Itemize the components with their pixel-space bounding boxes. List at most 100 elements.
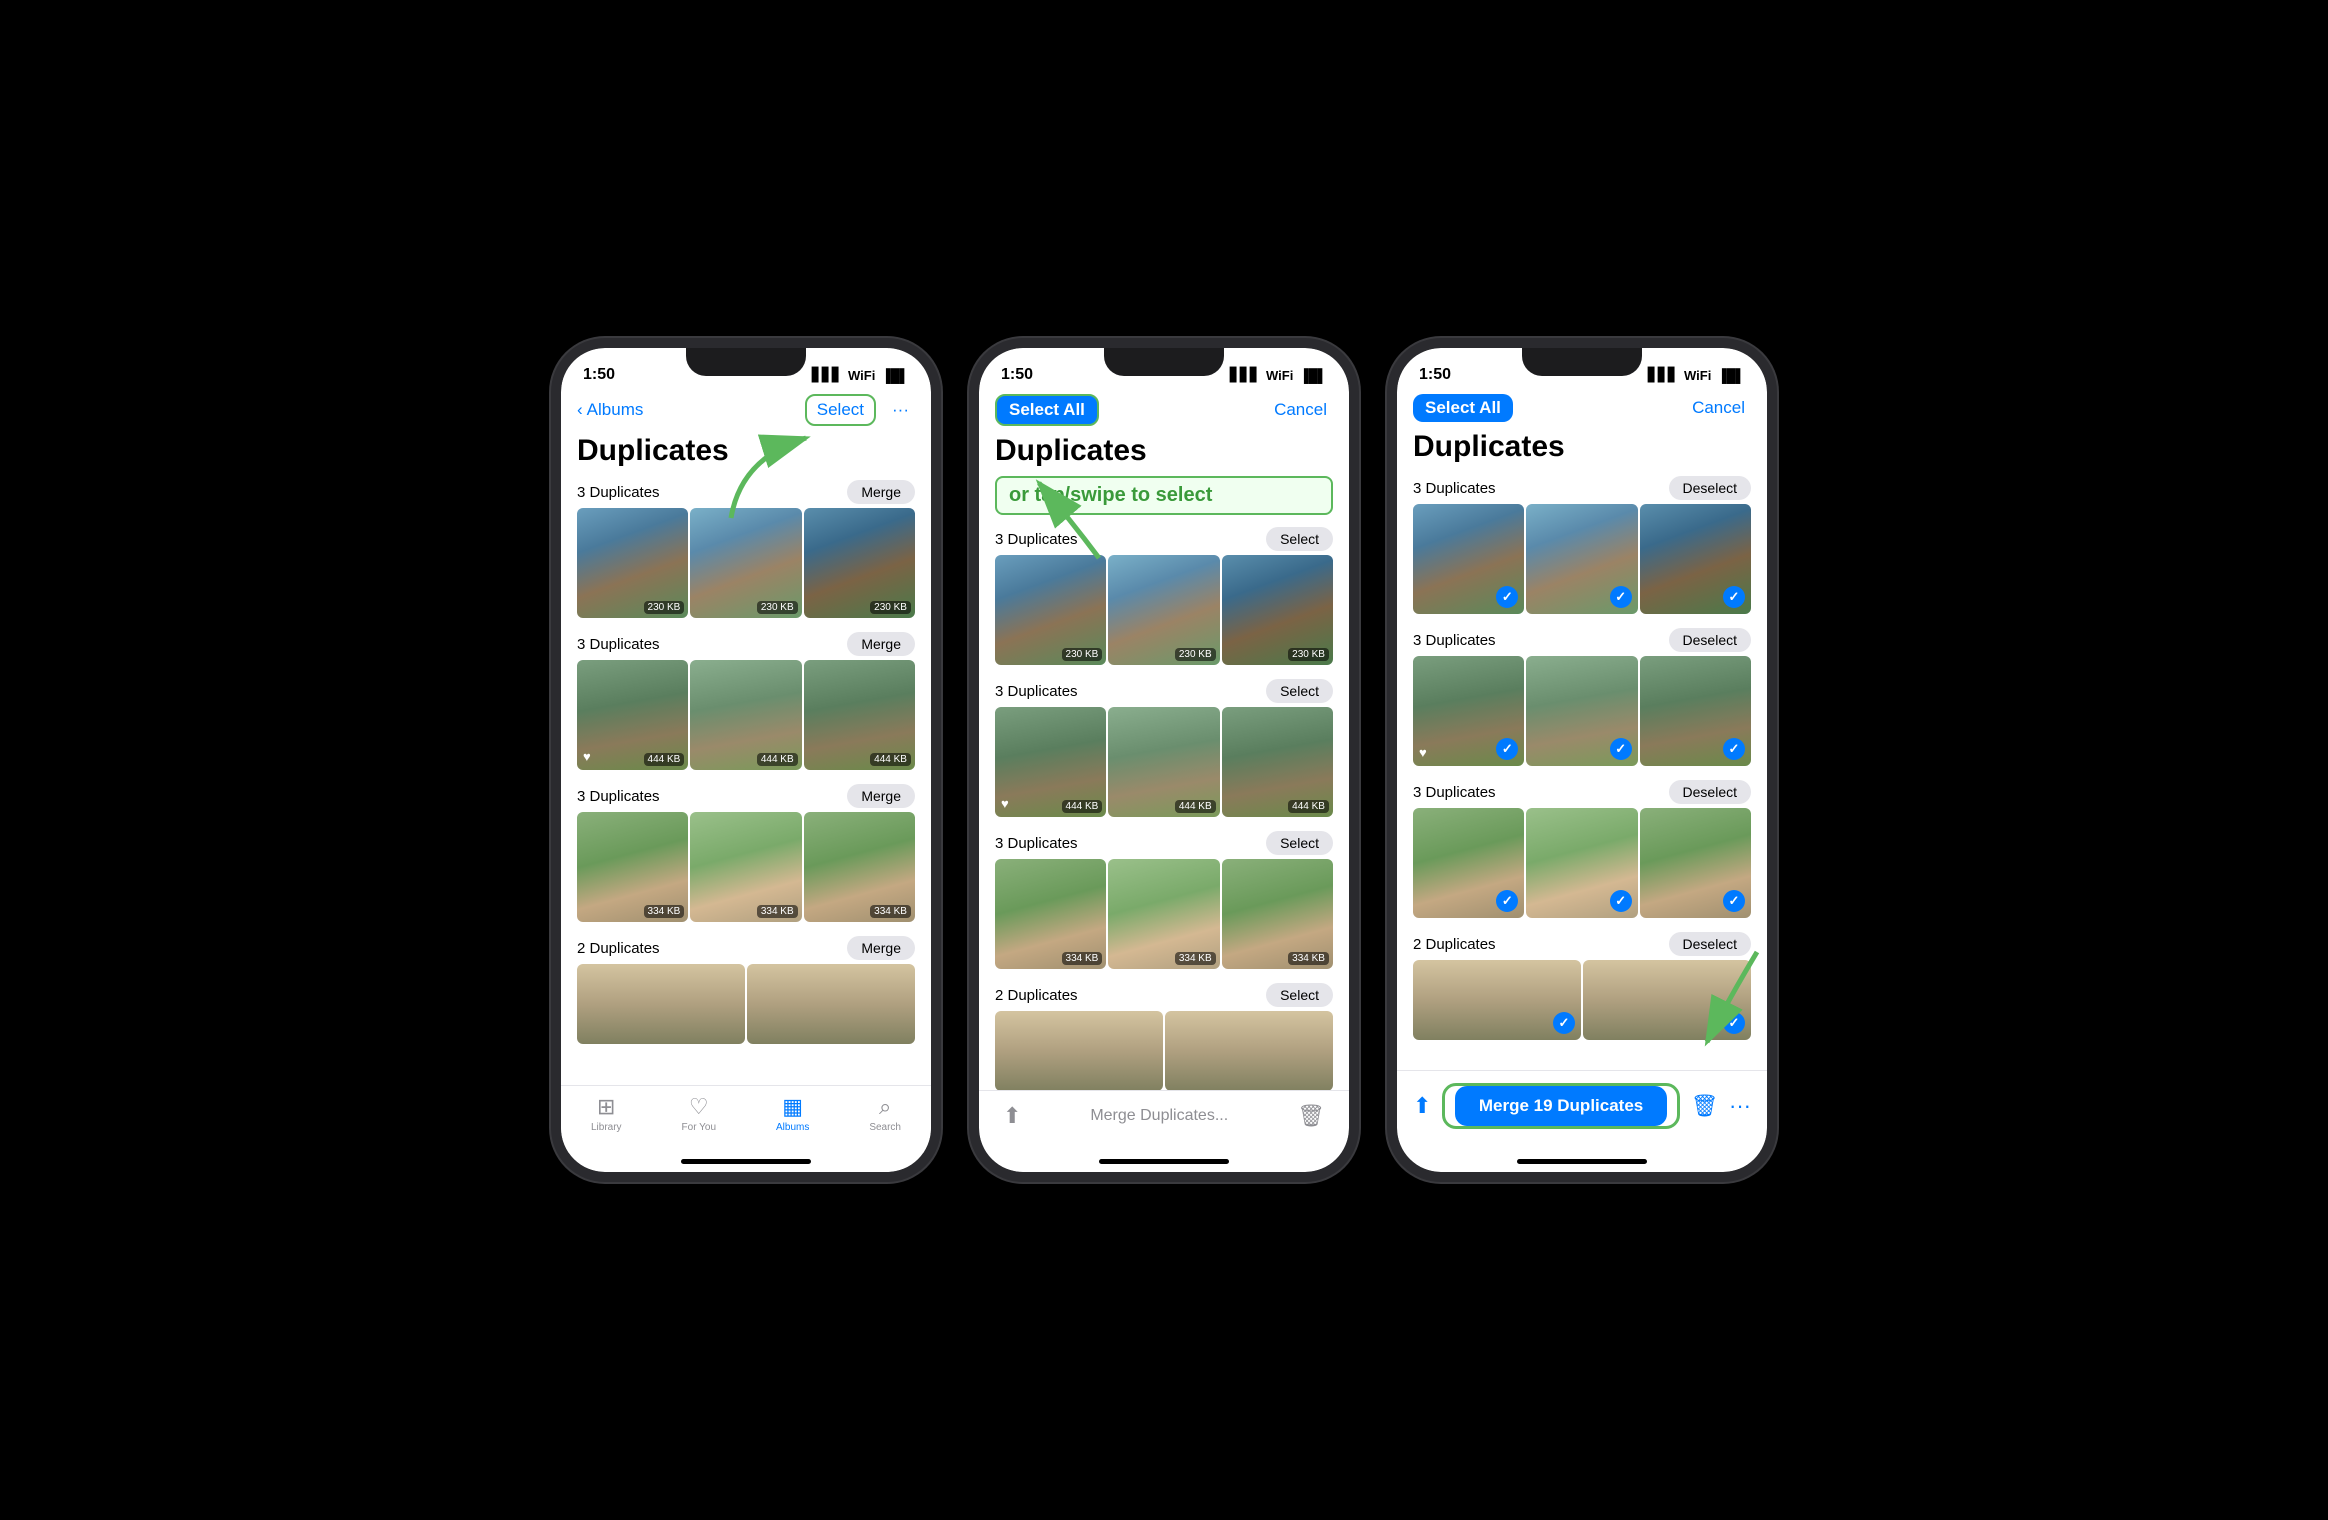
dup-group-1-3: 3 Duplicates Merge 334 KB 334 KB 334 KB — [561, 780, 931, 922]
notch-3 — [1522, 348, 1642, 376]
check-3-2-2: ✓ — [1610, 738, 1632, 760]
select-group-btn-2-2[interactable]: Select — [1266, 679, 1333, 703]
deselect-btn-3-3[interactable]: Deselect — [1669, 780, 1751, 804]
wifi-icon-3: WiFi — [1684, 368, 1711, 383]
photo-3-3-2[interactable]: ✓ — [1526, 808, 1637, 918]
check-3-3-3: ✓ — [1723, 890, 1745, 912]
merge-btn-1-2[interactable]: Merge — [847, 632, 915, 656]
photo-2-4-1[interactable] — [995, 1011, 1163, 1090]
photo-strip-3-3: ✓ ✓ ✓ — [1397, 808, 1767, 918]
library-icon-1: ⊞ — [597, 1094, 615, 1120]
phone-1-screen: 1:50 ▋▋▋ WiFi ▐█▌ ‹ Albums Select — [561, 348, 931, 1172]
photo-strip-1-1: 230 KB 230 KB 230 KB — [561, 508, 931, 618]
check-3-2-3: ✓ — [1723, 738, 1745, 760]
tab-foryou-label-1: For You — [682, 1122, 716, 1133]
select-group-btn-2-4[interactable]: Select — [1266, 983, 1333, 1007]
photo-2-1-2[interactable]: 230 KB — [1108, 555, 1219, 665]
dup-header-1-4: 2 Duplicates Merge — [561, 932, 931, 964]
photo-2-3-3[interactable]: 334 KB — [1222, 859, 1333, 969]
search-icon-1: ⌕ — [879, 1094, 891, 1120]
select-all-button-3[interactable]: Select All — [1413, 394, 1513, 422]
back-button-1[interactable]: ‹ Albums — [577, 400, 643, 420]
phone-1-wrapper: 1:50 ▋▋▋ WiFi ▐█▌ ‹ Albums Select — [551, 338, 941, 1182]
cancel-button-3[interactable]: Cancel — [1686, 394, 1751, 422]
status-time-3: 1:50 — [1419, 366, 1451, 384]
photo-1-2-2[interactable]: 444 KB — [690, 660, 801, 770]
photo-3-4-2[interactable]: ✓ — [1583, 960, 1751, 1040]
tab-foryou-1[interactable]: ♡ For You — [682, 1094, 716, 1133]
scroll-content-2: 3 Duplicates Select 230 KB 230 KB 230 KB… — [979, 523, 1349, 1090]
photo-2-2-3[interactable]: 444 KB — [1222, 707, 1333, 817]
page-title-2: Duplicates — [979, 434, 1349, 476]
photo-1-3-3[interactable]: 334 KB — [804, 812, 915, 922]
tab-library-1[interactable]: ⊞ Library — [591, 1094, 622, 1133]
tab-search-label-1: Search — [869, 1122, 901, 1133]
share-icon-3[interactable]: ⬆ — [1413, 1093, 1431, 1119]
photo-3-4-1[interactable]: ✓ — [1413, 960, 1581, 1040]
photo-2-3-2[interactable]: 334 KB — [1108, 859, 1219, 969]
photo-1-3-1[interactable]: 334 KB — [577, 812, 688, 922]
photo-1-1-1[interactable]: 230 KB — [577, 508, 688, 618]
tab-search-1[interactable]: ⌕ Search — [869, 1094, 901, 1133]
select-button-1[interactable]: Select — [805, 394, 876, 426]
photo-3-3-1[interactable]: ✓ — [1413, 808, 1524, 918]
photo-2-1-3[interactable]: 230 KB — [1222, 555, 1333, 665]
battery-icon-2: ▐█▌ — [1299, 368, 1327, 383]
photo-2-3-1[interactable]: 334 KB — [995, 859, 1106, 969]
photo-3-1-2[interactable]: ✓ — [1526, 504, 1637, 614]
photo-3-2-2[interactable]: ✓ — [1526, 656, 1637, 766]
photo-3-3-3[interactable]: ✓ — [1640, 808, 1751, 918]
phone-3-wrapper: 1:50 ▋▋▋ WiFi ▐█▌ Select All Cancel Dupl… — [1387, 338, 1777, 1182]
photo-strip-3-4: ✓ ✓ — [1397, 960, 1767, 1040]
photo-1-1-2[interactable]: 230 KB — [690, 508, 801, 618]
dup-header-2-2: 3 Duplicates Select — [979, 675, 1349, 707]
check-3-1-1: ✓ — [1496, 586, 1518, 608]
tab-albums-1[interactable]: ▦ Albums — [776, 1094, 809, 1133]
photo-2-1-1[interactable]: 230 KB — [995, 555, 1106, 665]
photo-2-2-2[interactable]: 444 KB — [1108, 707, 1219, 817]
photo-3-2-3[interactable]: ✓ — [1640, 656, 1751, 766]
photo-1-2-3[interactable]: 444 KB — [804, 660, 915, 770]
merge-btn-1-3[interactable]: Merge — [847, 784, 915, 808]
dup-header-1-1: 3 Duplicates Merge — [561, 476, 931, 508]
share-icon-2[interactable]: ⬆ — [1003, 1103, 1021, 1129]
merge-btn-1-1[interactable]: Merge — [847, 480, 915, 504]
notch-1 — [686, 348, 806, 376]
trash-icon-3[interactable]: 🗑 — [1691, 1093, 1719, 1119]
size-badge-1-3-2: 334 KB — [757, 905, 798, 918]
size-badge-1-1-2: 230 KB — [757, 601, 798, 614]
merge-btn-1-4[interactable]: Merge — [847, 936, 915, 960]
select-all-button-2[interactable]: Select All — [995, 394, 1099, 426]
photo-1-1-3[interactable]: 230 KB — [804, 508, 915, 618]
select-group-btn-2-1[interactable]: Select — [1266, 527, 1333, 551]
photo-1-4-2[interactable] — [747, 964, 915, 1044]
dup-header-3-3: 3 Duplicates Deselect — [1397, 776, 1767, 808]
merge-19-button[interactable]: Merge 19 Duplicates — [1455, 1086, 1667, 1126]
photo-1-4-1[interactable] — [577, 964, 745, 1044]
phone-2-wrapper: 1:50 ▋▋▋ WiFi ▐█▌ Select All Cancel Dupl… — [969, 338, 1359, 1182]
photo-3-1-1[interactable]: ✓ — [1413, 504, 1524, 614]
deselect-btn-3-2[interactable]: Deselect — [1669, 628, 1751, 652]
photo-3-1-3[interactable]: ✓ — [1640, 504, 1751, 614]
dup-header-3-1: 3 Duplicates Deselect — [1397, 472, 1767, 504]
nav-bar-3: Select All Cancel — [1397, 392, 1767, 430]
photo-2-2-1[interactable]: ♥444 KB — [995, 707, 1106, 817]
size-badge-1-1-3: 230 KB — [870, 601, 911, 614]
select-group-btn-2-3[interactable]: Select — [1266, 831, 1333, 855]
photo-3-2-1[interactable]: ♥✓ — [1413, 656, 1524, 766]
check-3-1-3: ✓ — [1723, 586, 1745, 608]
photo-strip-2-4 — [979, 1011, 1349, 1090]
check-3-3-2: ✓ — [1610, 890, 1632, 912]
photo-2-4-2[interactable] — [1165, 1011, 1333, 1090]
more-icon-3[interactable]: ··· — [1729, 1093, 1751, 1119]
cancel-button-2[interactable]: Cancel — [1268, 396, 1333, 424]
more-button-1[interactable]: ··· — [886, 396, 915, 424]
albums-icon-1: ▦ — [782, 1094, 803, 1120]
size-2-3-3: 334 KB — [1288, 952, 1329, 965]
chevron-left-icon-1: ‹ — [577, 400, 583, 420]
deselect-btn-3-4[interactable]: Deselect — [1669, 932, 1751, 956]
trash-icon-2[interactable]: 🗑 — [1297, 1103, 1325, 1129]
deselect-btn-3-1[interactable]: Deselect — [1669, 476, 1751, 500]
photo-1-2-1[interactable]: ♥444 KB — [577, 660, 688, 770]
photo-1-3-2[interactable]: 334 KB — [690, 812, 801, 922]
